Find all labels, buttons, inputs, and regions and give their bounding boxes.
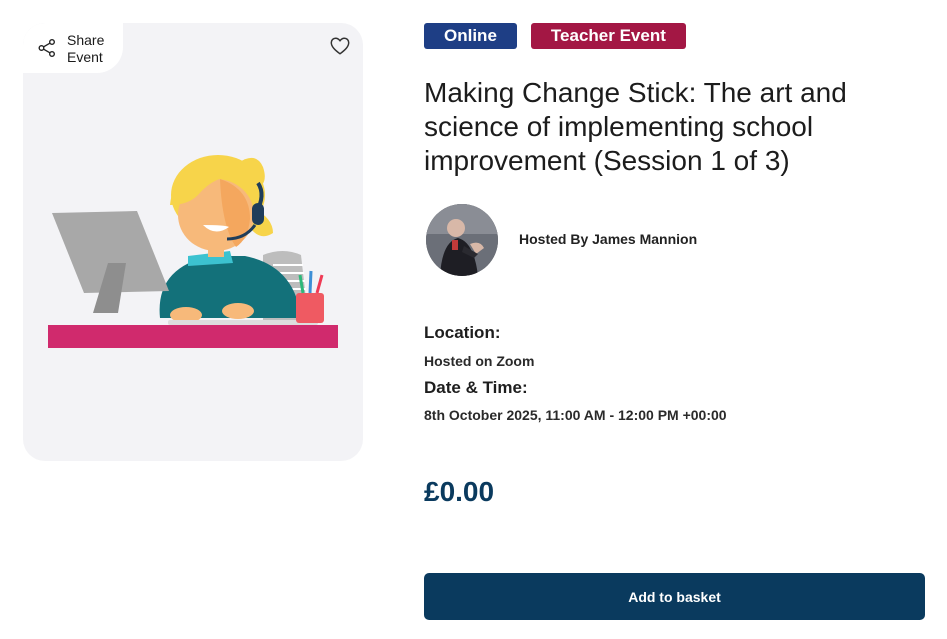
datetime-value: 8th October 2025, 11:00 AM - 12:00 PM +0… [424,407,727,423]
host-photo [426,204,498,276]
online-badge: Online [424,23,517,49]
heart-icon[interactable] [329,35,351,57]
location-heading: Location: [424,323,501,342]
add-to-basket-button[interactable]: Add to basket [424,573,925,620]
host-name: Hosted By James Mannion [519,231,698,247]
share-label: Share Event [67,32,105,65]
datetime-heading: Date & Time: [424,378,528,397]
share-icon [38,39,55,57]
location-value: Hosted on Zoom [424,353,535,369]
share-event-button[interactable]: Share Event [23,23,123,73]
event-title: Making Change Stick: The art and science… [424,77,847,176]
event-price: £0.00 [424,476,495,507]
event-illustration [48,155,338,348]
teacher-event-badge: Teacher Event [530,23,686,49]
event-image-card: Share Event [23,23,363,461]
event-page: Share Event Online Teacher Event Making … [0,0,947,639]
host-avatar [426,204,498,276]
event-badges: Online Teacher Event [424,23,686,49]
